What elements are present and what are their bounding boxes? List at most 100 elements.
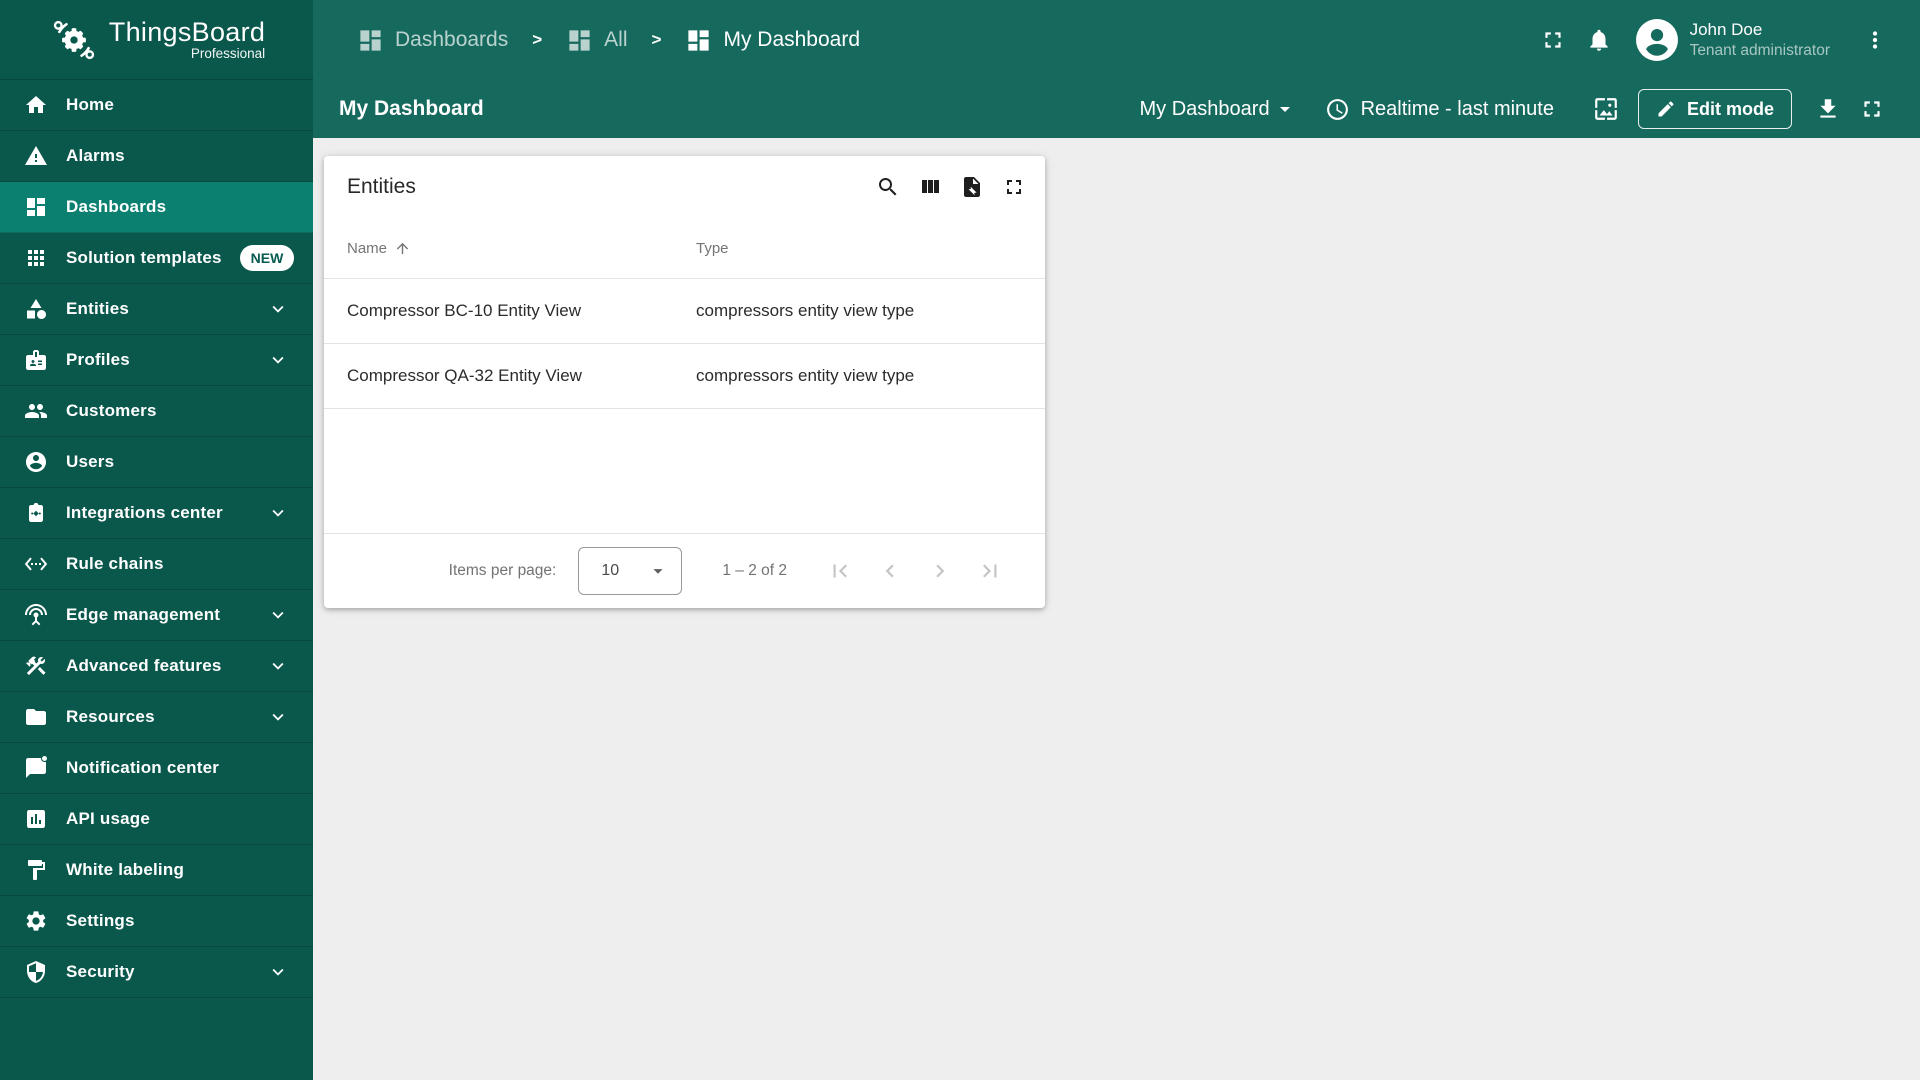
sidebar-item-customers[interactable]: Customers [0, 386, 313, 437]
integration-icon [24, 501, 48, 525]
sidebar-item-rule-chains[interactable]: Rule chains [0, 539, 313, 590]
sidebar-item-white-labeling[interactable]: White labeling [0, 845, 313, 896]
next-page-button[interactable] [915, 547, 965, 595]
dashboard-state-select[interactable]: My Dashboard [1140, 97, 1297, 121]
badge-icon [24, 348, 48, 372]
more-menu-button[interactable] [1852, 17, 1898, 63]
sidebar-item-alarms[interactable]: Alarms [0, 131, 313, 182]
widget-fullscreen-button[interactable] [997, 170, 1031, 204]
page-title: My Dashboard [339, 97, 484, 120]
download-button[interactable] [1806, 87, 1850, 131]
breadcrumb-item-all[interactable]: All [566, 27, 628, 54]
warning-icon [24, 144, 48, 168]
sidebar-item-settings[interactable]: Settings [0, 896, 313, 947]
sidebar-item-label: Customers [66, 401, 157, 420]
edit-mode-label: Edit mode [1686, 98, 1774, 119]
sidebar-item-home[interactable]: Home [0, 80, 313, 131]
search-button[interactable] [871, 170, 905, 204]
thingsboard-logo[interactable]: ThingsBoard Professional [0, 0, 313, 80]
sidebar-item-label: Users [66, 452, 115, 471]
chevron-left-icon [877, 558, 903, 584]
column-label: Name [347, 239, 388, 257]
entity-name-cell: Compressor QA-32 Entity View [347, 366, 582, 385]
image-frame-icon [1593, 96, 1619, 122]
dashboard-icon [566, 27, 593, 54]
rule-chains-icon [24, 552, 48, 576]
entity-name-cell: Compressor BC-10 Entity View [347, 301, 581, 320]
previous-page-button[interactable] [865, 547, 915, 595]
fullscreen-button[interactable] [1530, 17, 1576, 63]
home-icon [24, 93, 48, 117]
antenna-icon [24, 603, 48, 627]
chevron-down-icon [267, 706, 289, 728]
sidebar-item-users[interactable]: Users [0, 437, 313, 488]
sidebar-item-notification-center[interactable]: Notification center [0, 743, 313, 794]
user-menu[interactable]: John Doe Tenant administrator [1690, 19, 1830, 61]
dashboard-content: Entities Name Type Compressor BC-10 Enti… [313, 138, 1920, 1080]
sidebar-item-label: Settings [66, 911, 135, 930]
sidebar: ThingsBoard Professional Home Alarms Das… [0, 0, 313, 1080]
page-range-label: 1 – 2 of 2 [722, 562, 787, 579]
edit-mode-button[interactable]: Edit mode [1637, 89, 1792, 129]
sidebar-item-label: Integrations center [66, 503, 223, 522]
sidebar-item-label: Advanced features [66, 656, 222, 675]
sidebar-item-label: API usage [66, 809, 150, 828]
columns-icon [918, 175, 942, 199]
items-per-page-select[interactable]: 10 [578, 547, 683, 595]
new-badge: NEW [239, 245, 295, 271]
last-page-button[interactable] [965, 547, 1015, 595]
pencil-icon [1656, 99, 1676, 119]
breadcrumb-separator: > [651, 30, 662, 49]
sidebar-item-label: Profiles [66, 350, 130, 369]
export-button[interactable] [955, 170, 989, 204]
breadcrumb-separator: > [532, 30, 543, 49]
download-icon [1815, 96, 1841, 122]
notifications-button[interactable] [1576, 17, 1622, 63]
table-row[interactable]: Compressor QA-32 Entity View compressors… [324, 344, 1045, 409]
table-row[interactable]: Compressor BC-10 Entity View compressors… [324, 279, 1045, 344]
sidebar-item-security[interactable]: Security [0, 947, 313, 998]
sidebar-item-advanced-features[interactable]: Advanced features [0, 641, 313, 692]
shield-icon [24, 960, 48, 984]
state-select-value: My Dashboard [1139, 97, 1270, 120]
chevron-down-icon [267, 349, 289, 371]
widget-header: Entities [324, 156, 1045, 218]
fullscreen-icon [1540, 27, 1566, 53]
items-per-page-label: Items per page: [448, 562, 557, 579]
columns-button[interactable] [913, 170, 947, 204]
group-icon [24, 399, 48, 423]
column-header-type[interactable]: Type [696, 240, 1022, 257]
fullscreen-icon [1859, 96, 1885, 122]
entity-type-cell: compressors entity view type [696, 366, 915, 385]
sidebar-item-label: Solution templates [66, 248, 222, 267]
category-icon [24, 297, 48, 321]
sidebar-item-entities[interactable]: Entities [0, 284, 313, 335]
entity-type-cell: compressors entity view type [696, 301, 915, 320]
breadcrumb-item-my-dashboard[interactable]: My Dashboard [685, 27, 860, 54]
timewindow-button[interactable]: Realtime - last minute [1325, 97, 1554, 122]
sidebar-item-label: Notification center [66, 758, 220, 777]
widget-actions [871, 170, 1031, 204]
sidebar-item-integrations-center[interactable]: Integrations center [0, 488, 313, 539]
sidebar-item-resources[interactable]: Resources [0, 692, 313, 743]
avatar[interactable] [1635, 19, 1678, 61]
table-empty-space [324, 409, 1045, 533]
notification-icon [24, 756, 48, 780]
sidebar-item-edge-management[interactable]: Edge management [0, 590, 313, 641]
toolbar-right: My Dashboard Realtime - last minute Edit… [1140, 87, 1894, 131]
column-header-name[interactable]: Name [347, 240, 696, 257]
sidebar-item-api-usage[interactable]: API usage [0, 794, 313, 845]
more-vert-icon [1862, 27, 1888, 53]
dashboard-icon [24, 195, 48, 219]
dashboard-fullscreen-button[interactable] [1850, 87, 1894, 131]
breadcrumb-item-dashboards[interactable]: Dashboards [357, 27, 508, 54]
sidebar-item-dashboards[interactable]: Dashboards [0, 182, 313, 233]
apps-icon [24, 246, 48, 270]
first-page-button[interactable] [815, 547, 865, 595]
screenshot-button[interactable] [1584, 87, 1628, 131]
user-name: John Doe [1689, 19, 1763, 39]
tools-icon [24, 654, 48, 678]
sidebar-item-solution-templates[interactable]: Solution templates NEW [0, 233, 313, 284]
paint-icon [24, 858, 48, 882]
sidebar-item-profiles[interactable]: Profiles [0, 335, 313, 386]
